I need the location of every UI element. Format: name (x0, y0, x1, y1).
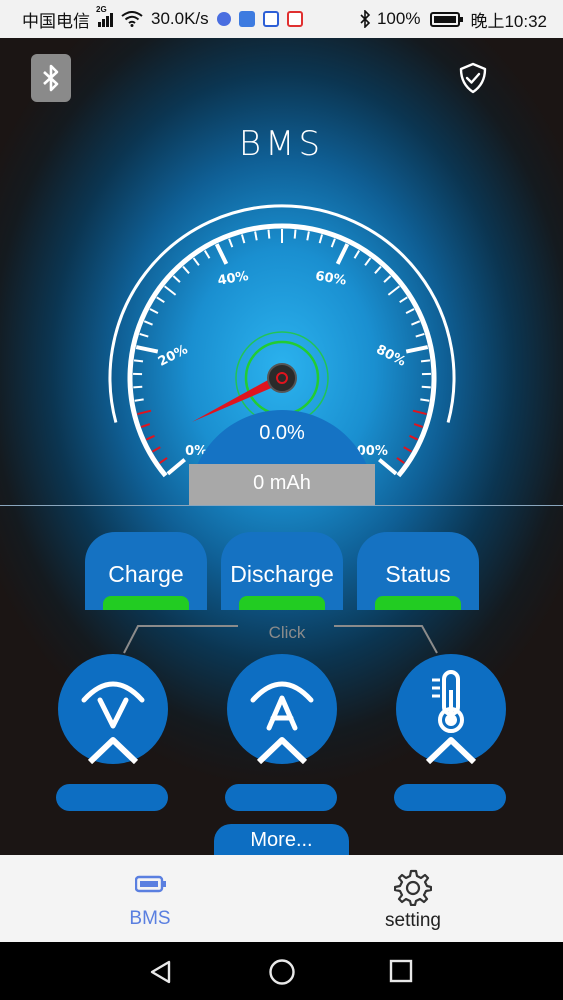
recents-icon[interactable] (389, 959, 413, 983)
more-button[interactable]: More... (214, 824, 349, 855)
network-speed: 30.0K/s (151, 9, 209, 28)
carrier-name: 中国电信 (22, 11, 90, 31)
battery-icon (135, 875, 166, 893)
back-icon[interactable] (148, 959, 174, 985)
voltage-button[interactable] (58, 654, 168, 765)
battery-percent: 100% (376, 9, 421, 28)
music-notification-icon (216, 12, 231, 26)
bms-screen: BMS 0% 20% 40% 60% 80% 100% 0.0% 0 mAh Charge… (0, 38, 563, 855)
wifi-icon (121, 11, 143, 27)
bluetooth-status-icon (360, 10, 371, 28)
system-nav-bar (0, 942, 563, 1000)
red-notification-icon (286, 11, 303, 27)
current-icon (250, 681, 314, 765)
temperature-value-pill (394, 784, 506, 811)
temperature-button[interactable] (396, 654, 506, 765)
gear-icon (394, 869, 432, 906)
nav-label-setting: setting (385, 910, 441, 931)
nav-label-bms: BMS (129, 908, 171, 929)
bottom-nav: BMS setting (0, 855, 563, 942)
app-notification-icon (238, 11, 255, 27)
status-bar: 中国电信 2G 30.0K/s 100% 晚上10:32 (0, 0, 563, 38)
network-badge: 2G (96, 5, 107, 14)
click-hint: Click (268, 623, 306, 642)
current-value-pill (225, 784, 337, 811)
voltage-icon (81, 681, 145, 765)
nav-item-setting[interactable]: setting (343, 855, 483, 942)
nav-item-bms[interactable]: BMS (80, 855, 220, 942)
baidu-notification-icon (262, 11, 279, 27)
current-button[interactable] (227, 654, 337, 765)
signal-icon: 2G (96, 5, 113, 27)
click-connector (123, 625, 438, 654)
clock: 晚上10:32 (470, 11, 547, 31)
home-icon[interactable] (268, 958, 296, 986)
voltage-value-pill (56, 784, 168, 811)
battery-status-icon (430, 11, 464, 27)
thermometer-icon (425, 670, 477, 765)
